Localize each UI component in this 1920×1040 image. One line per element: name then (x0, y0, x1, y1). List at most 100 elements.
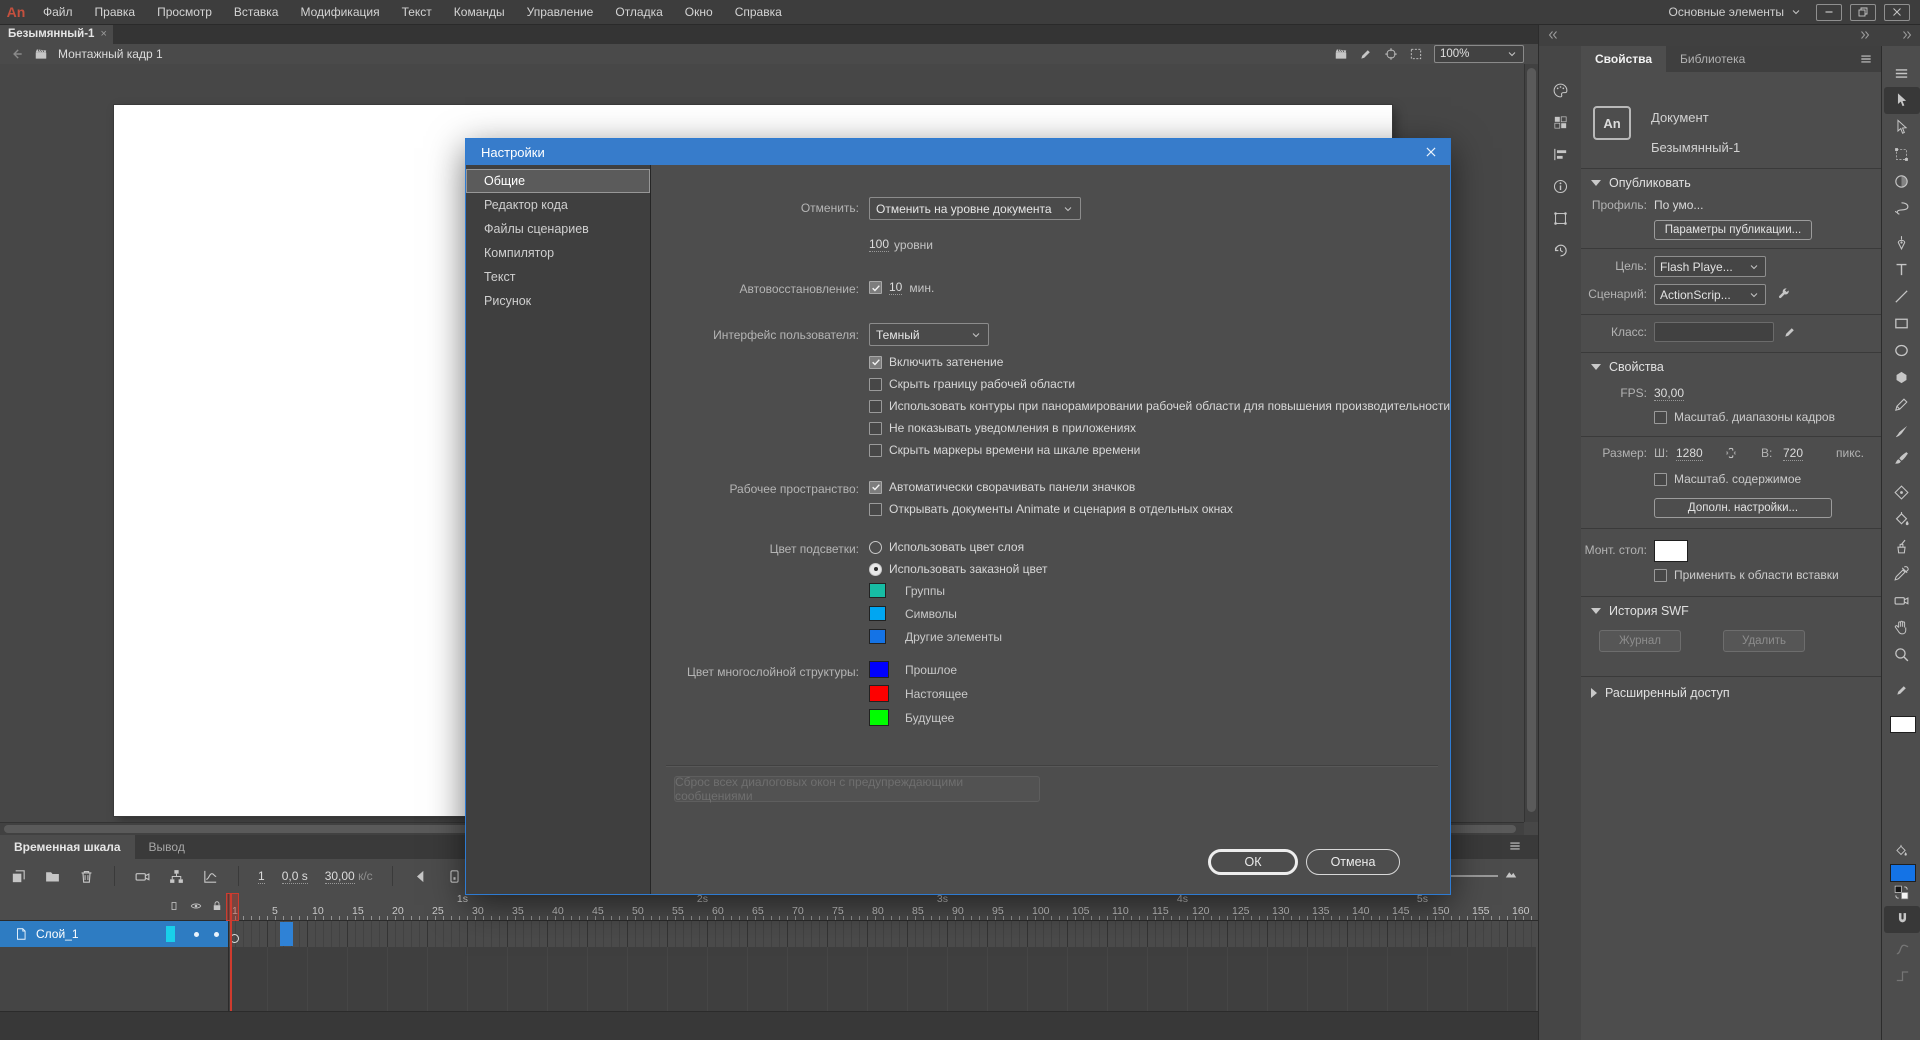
paint-brush-tool[interactable] (1884, 445, 1920, 472)
timeline-tab[interactable]: Временная шкала (0, 835, 135, 859)
link-dimensions-icon[interactable] (1724, 446, 1738, 460)
fps-value[interactable]: 30,00 (1654, 386, 1685, 401)
dialog-category[interactable]: Текст (466, 265, 650, 289)
info-panel-icon[interactable] (1539, 170, 1581, 202)
layer-lock-dot[interactable] (214, 932, 219, 937)
zoom-tool[interactable] (1884, 641, 1920, 668)
script-settings-wrench-icon[interactable] (1777, 287, 1791, 301)
current-frame-value[interactable]: 1 (258, 869, 265, 884)
playhead-line[interactable] (230, 893, 232, 1011)
checkbox[interactable] (1654, 410, 1667, 424)
checkbox[interactable] (1654, 472, 1667, 486)
swf-delete-button[interactable]: Удалить (1723, 630, 1805, 652)
history-panel-icon[interactable] (1539, 234, 1581, 266)
back-icon[interactable] (10, 47, 24, 61)
step-back-icon[interactable] (412, 868, 429, 885)
brush-tool[interactable] (1884, 418, 1920, 445)
swatches-panel-icon[interactable] (1539, 106, 1581, 138)
ui-option-checkbox[interactable]: Скрыть маркеры времени на шкале времени (869, 443, 1450, 457)
workspace-switcher[interactable]: Основные элементы (1669, 5, 1802, 19)
polystar-tool[interactable] (1884, 364, 1920, 391)
advanced-settings-button[interactable]: Дополн. настройки... (1654, 498, 1832, 518)
color-swatch[interactable] (869, 685, 889, 702)
tools-menu-icon[interactable] (1884, 60, 1920, 87)
close-window-button[interactable] (1884, 3, 1910, 21)
workspace-option-checkbox[interactable]: Автоматически сворачивать панели значков (869, 480, 1233, 494)
menu-item[interactable]: Правка (84, 0, 147, 24)
subselection-tool[interactable] (1884, 114, 1920, 141)
layer-outline-color-swatch[interactable] (166, 926, 175, 942)
minimize-button[interactable] (1816, 3, 1842, 21)
paint-bucket-tool[interactable] (1884, 506, 1920, 533)
selection-tool[interactable] (1883, 87, 1920, 114)
visibility-column-eye-icon[interactable] (190, 900, 202, 912)
color-swatch[interactable] (869, 661, 889, 678)
dialog-category[interactable]: Компилятор (466, 241, 650, 265)
swf-history-section-header[interactable]: История SWF (1591, 604, 1689, 618)
ui-option-checkbox[interactable]: Использовать контуры при панорамировании… (869, 399, 1450, 413)
dialog-category[interactable]: Общие (466, 169, 650, 193)
center-frame-icon[interactable] (1384, 47, 1398, 61)
loop-frame-icon[interactable] (446, 868, 463, 885)
ui-option-checkbox[interactable]: Скрыть границу рабочей области (869, 377, 1450, 391)
panel-tab[interactable]: Библиотека (1666, 46, 1759, 72)
dialog-category[interactable]: Рисунок (466, 289, 650, 313)
clip-content-icon[interactable] (1409, 47, 1423, 61)
layer-visible-dot[interactable] (194, 932, 199, 937)
elapsed-time-value[interactable]: 0,0 s (281, 869, 308, 884)
menu-item[interactable]: Вставка (223, 0, 290, 24)
smooth-icon[interactable] (1884, 936, 1920, 963)
swf-log-button[interactable]: Журнал (1599, 630, 1681, 652)
menu-item[interactable]: Просмотр (146, 0, 223, 24)
edit-scene-icon[interactable] (1334, 47, 1348, 61)
oval-tool[interactable] (1884, 337, 1920, 364)
fill-color-swatch[interactable] (1890, 864, 1916, 882)
scale-content-checkbox[interactable]: Масштаб. содержимое (1654, 472, 1801, 486)
properties-section-header[interactable]: Свойства (1591, 360, 1664, 374)
color-swatch[interactable] (869, 606, 886, 621)
stroke-color-pencil-icon[interactable] (1884, 676, 1920, 703)
undo-levels-value[interactable]: 100 (869, 237, 890, 252)
camera-tool[interactable] (1884, 587, 1920, 614)
rectangle-tool[interactable] (1884, 310, 1920, 337)
highlight-radio[interactable]: Использовать цвет слоя (869, 540, 1048, 554)
frame-rate-value[interactable]: 30,00 (324, 869, 355, 884)
edit-symbols-icon[interactable] (1359, 47, 1373, 61)
checkbox[interactable] (1654, 568, 1667, 582)
eyedropper-tool[interactable] (1884, 560, 1920, 587)
color-swatch[interactable] (869, 709, 889, 726)
menu-item[interactable]: Текст (391, 0, 443, 24)
reset-warning-dialogs-button[interactable]: Сброс всех диалоговых окон с предупрежда… (674, 775, 1040, 803)
timeline-tab[interactable]: Вывод (135, 835, 199, 859)
expand-panels-icon[interactable] (1547, 29, 1559, 41)
collapse-panels-icon[interactable] (1859, 29, 1871, 41)
autorecovery-checkbox[interactable]: 10 мин. (869, 280, 934, 295)
publish-section-header[interactable]: Опубликовать (1591, 176, 1691, 190)
menu-item[interactable]: Отладка (604, 0, 673, 24)
align-panel-icon[interactable] (1539, 138, 1581, 170)
ui-option-checkbox[interactable]: Не показывать уведомления в приложениях (869, 421, 1450, 435)
delete-layer-icon[interactable] (78, 868, 95, 885)
cancel-button[interactable]: Отмена (1306, 849, 1400, 875)
free-transform-tool[interactable] (1884, 141, 1920, 168)
camera-icon[interactable] (134, 868, 151, 885)
transform-panel-icon[interactable] (1539, 202, 1581, 234)
ui-theme-select[interactable]: Темный (869, 323, 989, 346)
highlight-radio[interactable]: Использовать заказной цвет (869, 562, 1048, 576)
width-value[interactable]: 1280 (1676, 446, 1703, 461)
menu-item[interactable]: Окно (674, 0, 724, 24)
asset-warp-tool[interactable] (1884, 479, 1920, 506)
stage-color-swatch[interactable] (1654, 540, 1688, 562)
menu-item[interactable]: Модификация (289, 0, 390, 24)
accessibility-section-header[interactable]: Расширенный доступ (1591, 686, 1730, 700)
document-tab-close-icon[interactable]: × (100, 28, 106, 40)
line-tool[interactable] (1884, 283, 1920, 310)
menu-item[interactable]: Справка (724, 0, 793, 24)
graph-editor-icon[interactable] (202, 868, 219, 885)
document-tab[interactable]: Безымянный-1 × (0, 24, 113, 44)
timeline-hscroll-track[interactable] (0, 1011, 1538, 1040)
layer-parenting-icon[interactable] (168, 868, 185, 885)
fill-bucket-icon[interactable] (1894, 844, 1908, 858)
outline-column-icon[interactable] (168, 900, 180, 912)
new-layer-icon[interactable] (10, 868, 27, 885)
